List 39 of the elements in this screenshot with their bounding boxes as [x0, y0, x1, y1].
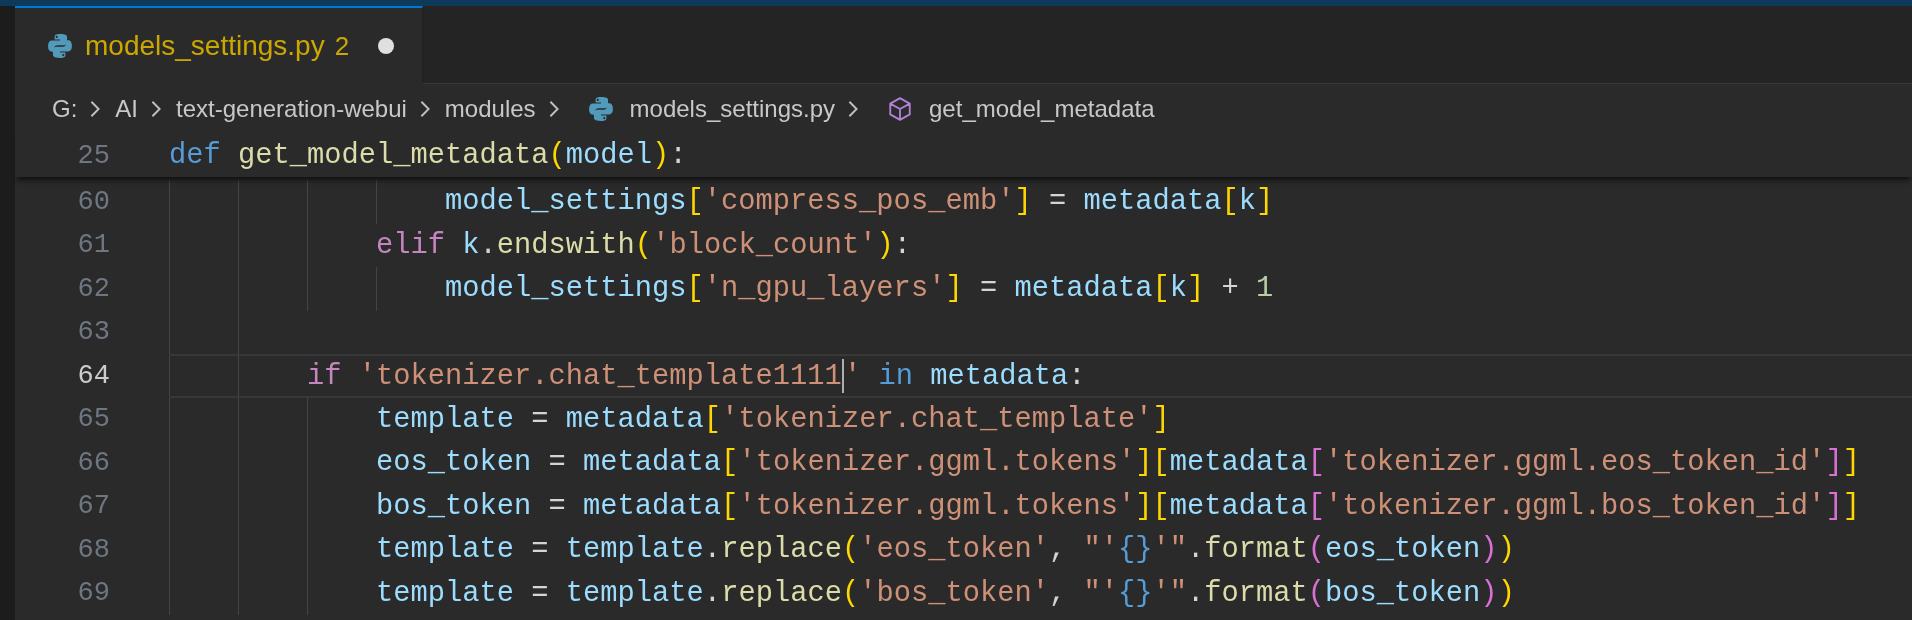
line-number: 61 — [77, 230, 110, 261]
breadcrumb-item[interactable]: modules — [444, 95, 536, 123]
code-line: def get_model_metadata(model): — [169, 139, 687, 172]
python-icon — [587, 96, 614, 122]
chevron-right-icon — [150, 99, 163, 119]
line-number: 65 — [77, 404, 110, 435]
line-number: 62 — [77, 273, 110, 304]
python-icon — [47, 33, 73, 59]
breadcrumb-item[interactable]: G: — [52, 95, 78, 123]
code-line: if 'tokenizer.chat_template1111' in metadata: — [307, 358, 1086, 393]
line-number: 67 — [77, 491, 110, 522]
chevron-right-icon — [847, 99, 859, 119]
code-line: template = template.replace('eos_token', "'{}'".format(eos_token)) — [376, 533, 1515, 567]
line-number: 64 — [77, 360, 110, 391]
editor-tab[interactable]: models_settings.py 2 — [15, 6, 423, 84]
code-line: elif k.endswith('block_count'): — [376, 228, 911, 262]
breadcrumb-item[interactable]: get_model_metadata — [929, 95, 1155, 123]
modified-dot-icon[interactable] — [378, 38, 394, 54]
code-line: bos_token = metadata['tokenizer.ggml.tokens'][metadata['tokenizer.ggml.bos_token_id']] — [376, 489, 1860, 523]
chevron-right-icon — [89, 99, 102, 119]
tab-filename: models_settings.py — [85, 30, 325, 62]
code-line: eos_token = metadata['tokenizer.ggml.tokens'][metadata['tokenizer.ggml.eos_token_id']] — [376, 446, 1860, 480]
breadcrumb-item[interactable]: text-generation-webui — [176, 95, 407, 123]
breadcrumb-item[interactable]: AI — [115, 95, 139, 123]
line-number: 63 — [77, 317, 110, 348]
code-line: template = template.replace('bos_token', "'{}'".format(bos_token)) — [376, 576, 1515, 610]
problem-count: 2 — [334, 30, 350, 62]
cube-icon — [887, 96, 913, 122]
line-number: 69 — [77, 578, 110, 609]
chevron-right-icon — [418, 99, 431, 119]
breadcrumb-item[interactable]: models_settings.py — [629, 95, 835, 123]
code-line: model_settings['compress_pos_emb'] = metadata[k] — [445, 185, 1274, 219]
code-line: model_settings['n_gpu_layers'] = metadata[k] + 1 — [445, 272, 1274, 306]
chevron-right-icon — [547, 99, 560, 119]
line-number: 66 — [77, 447, 110, 478]
code-line: template = metadata['tokenizer.chat_template'] — [376, 402, 1170, 436]
line-number: 68 — [77, 534, 110, 565]
line-number: 25 — [77, 140, 110, 171]
line-number: 60 — [77, 186, 110, 217]
